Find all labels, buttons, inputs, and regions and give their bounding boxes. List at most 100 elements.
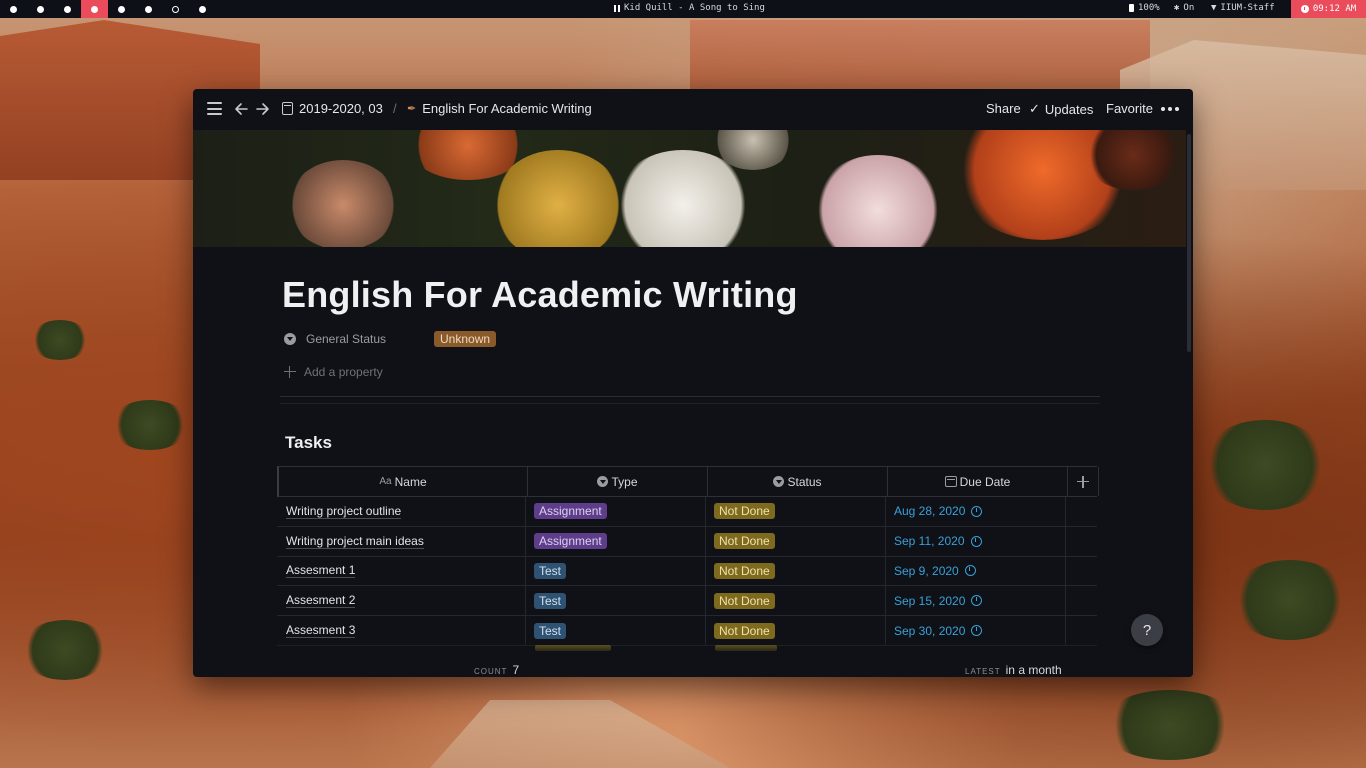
now-playing-title: Kid Quill - A Song to Sing xyxy=(624,3,765,13)
background-bush xyxy=(1100,690,1240,760)
table-count[interactable]: COUNT 7 xyxy=(474,663,519,677)
select-property-icon xyxy=(597,476,609,487)
now-playing[interactable]: Kid Quill - A Song to Sing xyxy=(614,3,765,13)
divider xyxy=(280,396,1100,397)
add-property-button[interactable]: Add a property xyxy=(284,365,383,379)
add-column-button[interactable] xyxy=(1068,467,1099,496)
table-row[interactable]: Writing project outline Assignment Not Don… xyxy=(277,497,1097,527)
due-date: Sep 30, 2020 xyxy=(894,623,966,638)
menu-icon[interactable] xyxy=(207,102,222,115)
background-mesa xyxy=(690,20,1150,100)
column-header-type[interactable]: Type xyxy=(528,467,708,496)
column-header-status[interactable]: Status xyxy=(708,467,888,496)
workspace-indicator[interactable] xyxy=(54,0,81,18)
status-tag: Not Done xyxy=(714,622,775,639)
checkmark-icon: ✓ xyxy=(1029,101,1040,116)
task-name[interactable]: Assesment 3 xyxy=(286,623,356,639)
type-tag: Test xyxy=(534,622,567,639)
bluetooth-indicator[interactable]: ✱ On xyxy=(1174,3,1194,13)
status-tag: Not Done xyxy=(714,533,775,550)
workspace-dot-icon xyxy=(64,5,71,13)
share-button[interactable]: Share xyxy=(986,101,1021,116)
task-due-cell[interactable]: Sep 15, 2020 xyxy=(886,586,1066,616)
task-status-cell[interactable]: Not Done xyxy=(706,586,886,616)
cover-image[interactable] xyxy=(193,130,1186,247)
table-header-row: Aa Name Type Status Due Date xyxy=(277,466,1099,497)
task-type-cell[interactable]: Assignment xyxy=(526,497,706,526)
table-row[interactable]: Writing project main ideas Assignment Not … xyxy=(277,526,1097,557)
breadcrumb-parent[interactable]: 2019-2020, 03 xyxy=(282,101,383,116)
workspace-indicator[interactable] xyxy=(189,0,216,18)
workspace-indicator[interactable] xyxy=(0,0,27,18)
select-property-icon xyxy=(773,476,785,487)
workspace-indicator[interactable] xyxy=(162,0,189,18)
page-title[interactable]: English For Academic Writing xyxy=(282,274,798,316)
workspace-dot-icon xyxy=(91,5,98,13)
task-status-cell[interactable]: Not Done xyxy=(706,526,886,556)
due-date: Sep 15, 2020 xyxy=(894,593,966,608)
empty-cell xyxy=(1066,527,1097,556)
alarm-clock-icon xyxy=(971,625,983,637)
status-tag: Not Done xyxy=(714,562,775,579)
task-due-cell[interactable]: Sep 9, 2020 xyxy=(886,556,1066,586)
more-options-button[interactable] xyxy=(1161,107,1179,111)
alarm-clock-icon xyxy=(964,565,976,577)
forward-arrow-icon[interactable] xyxy=(255,100,271,118)
more-dots-icon xyxy=(1161,107,1179,111)
property-general-status[interactable]: General Status xyxy=(284,332,386,346)
task-name[interactable]: Writing project main ideas xyxy=(286,534,424,549)
workspace-dot-icon xyxy=(10,5,17,13)
tasks-table: Aa Name Type Status Due Date Writing pro… xyxy=(277,466,1099,646)
column-header-due-date[interactable]: Due Date xyxy=(888,467,1068,496)
table-row[interactable]: Assesment 1 Test Not Done Sep 9, 2020 xyxy=(277,556,1097,587)
breadcrumb-separator: / xyxy=(393,101,397,116)
task-name[interactable]: Assesment 2 xyxy=(286,593,356,609)
task-due-cell[interactable]: Sep 11, 2020 xyxy=(886,526,1066,556)
due-date: Aug 28, 2020 xyxy=(894,504,966,519)
task-due-cell[interactable]: Aug 28, 2020 xyxy=(886,497,1066,526)
clock[interactable]: 09:12 AM xyxy=(1291,0,1366,18)
task-name[interactable]: Assesment 1 xyxy=(286,563,356,579)
type-tag: Assignment xyxy=(534,503,607,520)
text-property-icon: Aa xyxy=(379,476,392,487)
clock-icon xyxy=(1300,5,1309,13)
bluetooth-icon: ✱ xyxy=(1174,3,1180,13)
task-type-cell[interactable]: Test xyxy=(526,586,706,616)
workspace-indicator[interactable] xyxy=(27,0,54,18)
background-road xyxy=(430,700,730,768)
task-status-cell[interactable]: Not Done xyxy=(706,497,886,526)
breadcrumb-current[interactable]: ✒ English For Academic Writing xyxy=(407,101,592,116)
scrollbar-thumb[interactable] xyxy=(1187,134,1191,352)
table-latest[interactable]: LATEST in a month xyxy=(965,663,1062,677)
workspace-dot-icon xyxy=(172,5,179,13)
task-name-cell[interactable]: Assesment 1 xyxy=(277,556,526,586)
favorite-button[interactable]: Favorite xyxy=(1106,101,1153,116)
column-header-name[interactable]: Aa Name xyxy=(279,467,528,496)
workspace-indicator[interactable] xyxy=(81,0,108,18)
task-status-cell[interactable]: Not Done xyxy=(706,556,886,586)
help-button[interactable]: ? xyxy=(1131,614,1163,646)
battery-icon xyxy=(1129,4,1134,12)
type-tag: Test xyxy=(534,562,567,579)
workspace-indicator[interactable] xyxy=(135,0,162,18)
due-date: Sep 9, 2020 xyxy=(894,563,959,578)
back-arrow-icon[interactable] xyxy=(233,100,249,118)
table-row[interactable]: Assesment 2 Test Not Done Sep 15, 2020 xyxy=(277,586,1097,617)
task-name[interactable]: Writing project outline xyxy=(286,504,402,519)
task-type-cell[interactable]: Test xyxy=(526,556,706,586)
status-badge[interactable]: Unknown xyxy=(434,331,497,347)
plus-icon xyxy=(284,366,296,378)
status-tag: Not Done xyxy=(714,592,775,609)
workspace-indicator[interactable] xyxy=(108,0,135,18)
updates-button[interactable]: ✓ Updates xyxy=(1029,101,1093,117)
background-bush xyxy=(30,320,90,360)
wifi-indicator[interactable]: ▼ IIUM-Staff xyxy=(1211,3,1275,13)
tasks-section-title[interactable]: Tasks xyxy=(285,433,332,453)
task-name-cell[interactable]: Assesment 2 xyxy=(277,586,526,616)
task-name-cell[interactable]: Writing project main ideas xyxy=(277,526,526,556)
task-type-cell[interactable]: Assignment xyxy=(526,526,706,556)
background-bush xyxy=(110,400,190,450)
workspace-dot-icon xyxy=(145,5,152,13)
task-name-cell[interactable]: Writing project outline xyxy=(277,497,526,526)
battery-indicator[interactable]: 100% xyxy=(1129,3,1160,13)
